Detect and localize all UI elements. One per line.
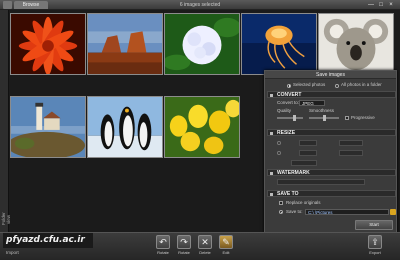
menu-icon[interactable]: [3, 1, 12, 9]
save-to-header-label: SAVE TO: [277, 191, 299, 197]
window-title: 6 images selected: [179, 2, 221, 8]
folder-view-label: Folder view: [1, 212, 11, 226]
rotate-right-label: Rotate: [178, 250, 190, 255]
selected-photos-label: Selected photos: [293, 82, 326, 87]
rotate-left-label: Rotate: [157, 250, 169, 255]
thumbnail-jellyfish[interactable]: [241, 13, 317, 75]
resize-height-field[interactable]: [299, 150, 317, 156]
thumbnail-penguins[interactable]: [87, 96, 163, 158]
export-button[interactable]: ⇪ Export: [362, 235, 388, 259]
thumbnail-lighthouse[interactable]: [10, 96, 86, 158]
selection-options: Selected photos All photos in a folder: [265, 82, 396, 89]
edit-button[interactable]: ✎ Edit: [216, 235, 236, 259]
edit-icon: ✎: [219, 235, 233, 249]
thumbnail-desert-rock[interactable]: [87, 13, 163, 75]
export-icon: ⇪: [368, 235, 382, 249]
resize-unit-select[interactable]: [339, 150, 363, 156]
smoothness-label: Smoothness: [309, 108, 335, 113]
close-icon[interactable]: ×: [388, 2, 394, 8]
quality-label: Quality: [277, 108, 292, 113]
site-watermark: pfyazd.cfu.ac.ir: [3, 233, 93, 248]
selected-photos-radio[interactable]: [287, 83, 291, 88]
resize-mode-radio-1[interactable]: [277, 141, 281, 145]
delete-button[interactable]: ✕ Delete: [195, 235, 215, 259]
save-to-section-header[interactable]: SAVE TO: [267, 190, 396, 197]
replace-originals-checkbox[interactable]: [279, 201, 283, 205]
collapse-icon: [270, 192, 273, 196]
convert-header-label: CONVERT: [277, 92, 302, 98]
progressive-checkbox[interactable]: [345, 116, 349, 120]
all-photos-radio[interactable]: [335, 83, 339, 88]
start-button[interactable]: Start: [355, 220, 393, 230]
thumbnail-white-hydrangea[interactable]: [164, 13, 240, 75]
maximize-icon[interactable]: □: [378, 2, 384, 8]
quality-slider[interactable]: [277, 115, 303, 121]
resize-width-field[interactable]: [299, 140, 317, 146]
panel-title: Save images: [265, 71, 396, 79]
resize-mode-radio-2[interactable]: [277, 151, 281, 155]
collapse-icon: [270, 171, 273, 175]
all-photos-label: All photos in a folder: [341, 82, 382, 87]
watermark-section-header[interactable]: WATERMARK: [267, 169, 396, 176]
delete-icon: ✕: [198, 235, 212, 249]
edit-label: Edit: [222, 250, 230, 255]
save-to-label: Save to:: [286, 209, 303, 214]
save-to-radio[interactable]: [279, 210, 283, 214]
import-label[interactable]: Import: [6, 250, 19, 255]
resize-section-header[interactable]: RESIZE: [267, 129, 396, 136]
resize-percent-field[interactable]: [291, 160, 317, 166]
save-images-panel: Save images Selected photos All photos i…: [264, 70, 397, 233]
rotate-right-icon: ↷: [177, 235, 191, 249]
export-label: Export: [369, 250, 381, 255]
convert-to-label: Convert to:: [277, 100, 300, 105]
resize-fit-select[interactable]: [339, 140, 363, 146]
collapse-icon: [270, 131, 273, 135]
smoothness-slider[interactable]: [309, 115, 339, 121]
format-select[interactable]: JPEG: [299, 100, 325, 106]
tab-browse[interactable]: Browse: [14, 1, 48, 9]
rotate-right-button[interactable]: ↷ Rotate: [174, 235, 194, 259]
minimize-icon[interactable]: —: [368, 2, 374, 8]
collapse-icon: [270, 93, 273, 97]
thumbnail-orange-flower[interactable]: [10, 13, 86, 75]
rotate-left-icon: ↶: [156, 235, 170, 249]
thumbnail-koala[interactable]: [318, 13, 394, 75]
folder-view-strip[interactable]: Folder view: [0, 10, 11, 232]
watermark-header-label: WATERMARK: [277, 170, 310, 176]
rotate-left-button[interactable]: ↶ Rotate: [153, 235, 173, 259]
replace-originals-label: Replace originals: [286, 200, 321, 205]
resize-header-label: RESIZE: [277, 130, 296, 136]
watermark-field[interactable]: [277, 179, 365, 185]
thumbnail-tulips[interactable]: [164, 96, 240, 158]
folder-icon[interactable]: [390, 209, 396, 215]
save-path-field[interactable]: C:\ \Pictures: [305, 209, 389, 215]
title-bar: Browse 6 images selected — □ ×: [0, 0, 400, 10]
smoothness-slider-knob[interactable]: [323, 115, 326, 121]
quality-slider-knob[interactable]: [293, 115, 296, 121]
delete-label: Delete: [199, 250, 211, 255]
progressive-label: Progressive: [351, 115, 375, 120]
convert-section-header[interactable]: CONVERT: [267, 91, 396, 98]
